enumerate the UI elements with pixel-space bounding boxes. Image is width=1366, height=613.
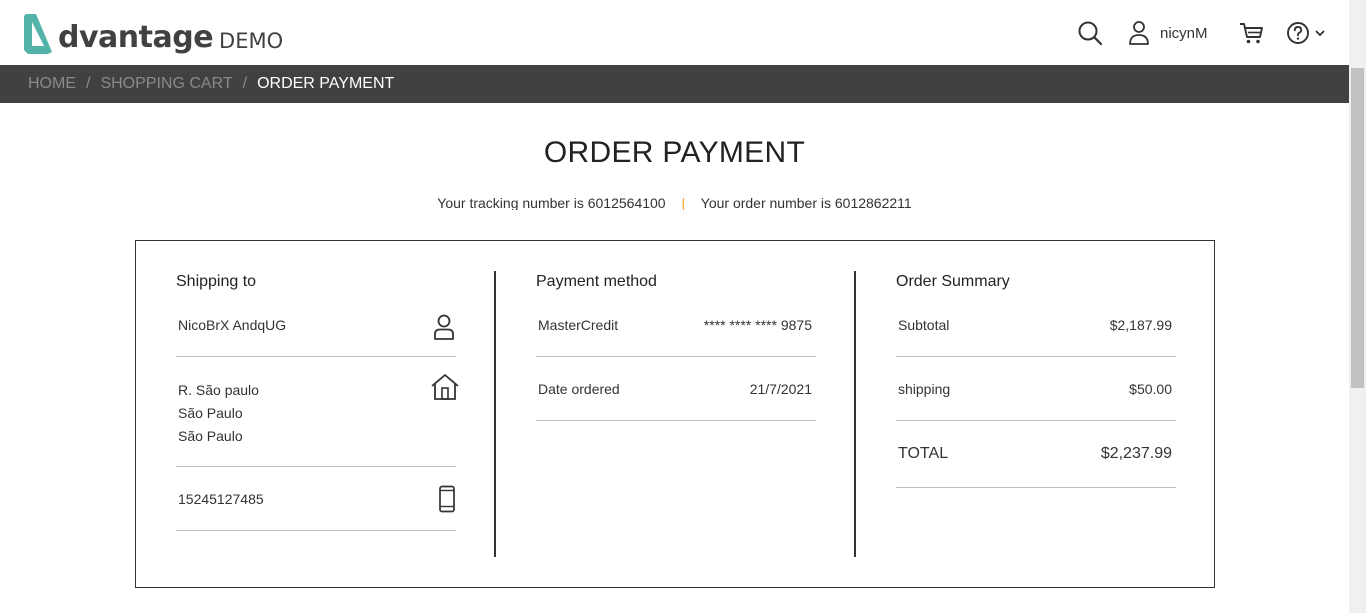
subtotal-value: $2,187.99	[1109, 317, 1172, 333]
help-icon	[1287, 22, 1309, 44]
shipping-phone: 15245127485	[178, 491, 264, 507]
breadcrumb-separator: /	[86, 75, 91, 92]
date-ordered-value: 21/7/2021	[749, 381, 812, 397]
shipping-phone-row: 15245127485	[176, 467, 456, 531]
subtotal-row: Subtotal $2,187.99	[896, 293, 1176, 357]
home-icon	[431, 374, 459, 400]
tracking-info: Your tracking number is 6012564100 | You…	[0, 192, 1349, 210]
logo-demo: DEMO	[219, 29, 284, 53]
logo[interactable]: dvantage DEMO	[22, 10, 283, 56]
payment-column: Payment method MasterCredit **** **** **…	[536, 271, 816, 421]
cart-icon	[1240, 23, 1263, 44]
total-value: $2,237.99	[1100, 445, 1172, 462]
chevron-down-icon	[1315, 30, 1325, 37]
payment-method-label: MasterCredit	[538, 317, 619, 333]
address-line: São Paulo	[178, 405, 243, 421]
logo-word: dvantage	[58, 20, 214, 55]
page-title: ORDER PAYMENT	[543, 136, 806, 169]
tracking-divider: |	[681, 195, 686, 210]
shipping-column: Shipping to NicoBrX AndqUG R. São paulo …	[176, 271, 459, 531]
payment-method-row: MasterCredit **** **** **** 9875	[536, 293, 816, 357]
shipping-cost-row: shipping $50.00	[896, 357, 1176, 421]
column-divider	[494, 271, 496, 557]
mobile-phone-icon	[439, 485, 455, 513]
payment-title: Payment method	[536, 273, 657, 290]
page-scrollbar[interactable]	[1349, 0, 1366, 613]
shipping-name: NicoBrX AndqUG	[178, 317, 287, 333]
person-icon	[434, 314, 454, 340]
site-header: dvantage DEMO nicynM	[0, 0, 1349, 65]
logo-a-icon	[24, 14, 52, 54]
scrollbar-thumb[interactable]	[1351, 68, 1364, 388]
total-label: TOTAL	[898, 445, 949, 462]
breadcrumb-separator: /	[242, 75, 248, 92]
address-line: R. São paulo	[178, 382, 259, 398]
subtotal-label: Subtotal	[898, 317, 950, 333]
shipping-cost-label: shipping	[898, 381, 951, 397]
shipping-name-row: NicoBrX AndqUG	[176, 293, 456, 357]
total-row: TOTAL $2,237.99	[896, 421, 1176, 488]
order-summary-column: Order Summary Subtotal $2,187.99 shippin…	[896, 271, 1176, 488]
order-summary-title: Order Summary	[896, 273, 1010, 290]
breadcrumb-shopping-cart[interactable]: SHOPPING CART	[100, 75, 232, 93]
shipping-cost-value: $50.00	[1129, 381, 1172, 397]
breadcrumb-order-payment: ORDER PAYMENT	[257, 75, 395, 92]
breadcrumb: HOME / SHOPPING CART / ORDER PAYMENT	[0, 65, 1349, 103]
search-button[interactable]	[1076, 18, 1104, 48]
date-ordered-row: Date ordered 21/7/2021	[536, 357, 816, 421]
date-ordered-label: Date ordered	[538, 381, 620, 397]
breadcrumb-home[interactable]: HOME	[28, 75, 76, 93]
tracking-number-text: Your tracking number is 6012564100	[437, 195, 666, 210]
card-number: **** **** **** 9875	[703, 317, 812, 333]
cart-button[interactable]	[1237, 18, 1265, 48]
order-number-text: Your order number is 6012862211	[700, 195, 912, 210]
shipping-address: R. São paulo São Paulo São Paulo	[178, 379, 259, 448]
search-icon	[1078, 21, 1103, 46]
shipping-address-row: R. São paulo São Paulo São Paulo	[176, 357, 459, 467]
user-menu-button[interactable]: nicynM	[1128, 18, 1208, 48]
address-line: São Paulo	[178, 428, 243, 444]
column-divider	[854, 271, 856, 557]
order-summary-card: Shipping to NicoBrX AndqUG R. São paulo …	[135, 240, 1215, 588]
help-menu-button[interactable]	[1285, 18, 1327, 48]
user-icon	[1129, 21, 1149, 45]
shipping-title: Shipping to	[176, 273, 257, 290]
user-name: nicynM	[1160, 24, 1208, 42]
